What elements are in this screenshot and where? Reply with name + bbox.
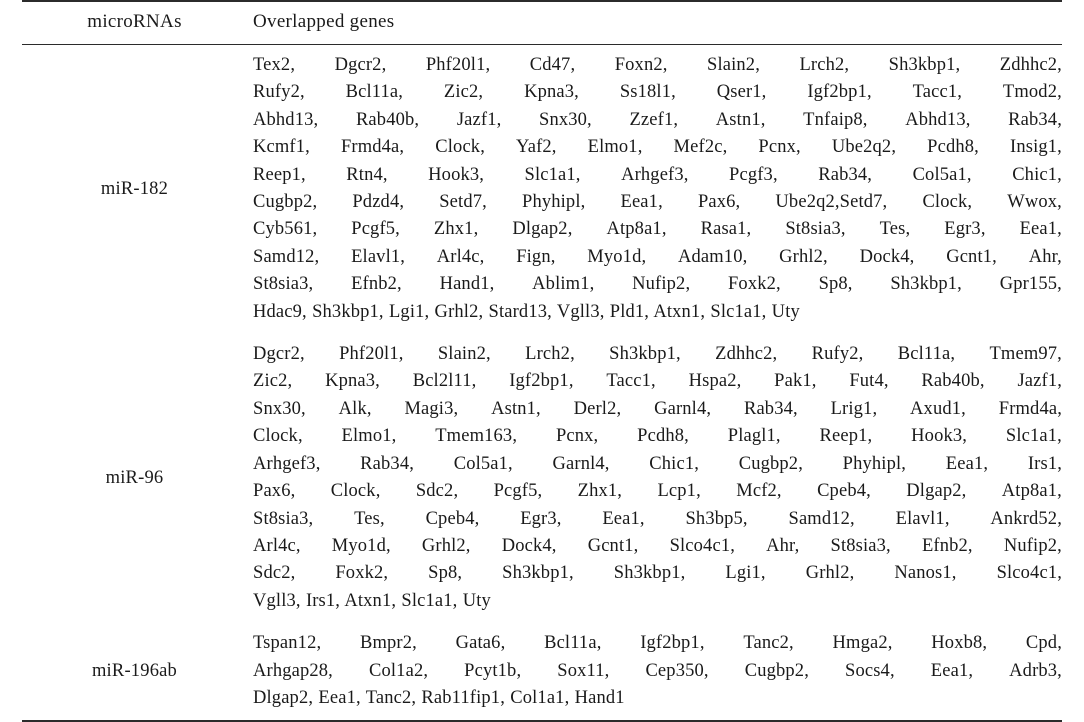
gene-line: Rufy2, Bcl11a, Zic2, Kpna3, Ss18l1, Qser1, Igf… — [253, 82, 1062, 103]
gene-line: Abhd13, Rab40b, Jazf1, Snx30, Zzef1, Astn1, Tn… — [253, 109, 1062, 130]
gene-overlap-table: microRNAs Overlapped genes miR-182 Tex2, D… — [22, 0, 1062, 720]
gene-line: Samd12, Elavl1, Arl4c, Fign, Myo1d, Adam10, Gr… — [253, 246, 1062, 267]
overlapped-genes-cell: Dgcr2, Phf20l1, Slain2, Lrch2, Sh3kbp1, Zdhhc… — [247, 334, 1062, 623]
gene-line: St8sia3, Efnb2, Hand1, Ablim1, Nufip2, Foxk2,… — [253, 274, 1062, 295]
gene-line: Reep1, Rtn4, Hook3, Slc1a1, Arhgef3, Pcgf3, Ra… — [253, 164, 1062, 185]
table-row: miR-96 Dgcr2, Phf20l1, Slain2, Lrch2, Sh3kbp1… — [22, 334, 1062, 623]
table-row: miR-182 Tex2, Dgcr2, Phf20l1, Cd47, Foxn2, Sla… — [22, 45, 1062, 335]
gene-line: Hdac9, Sh3kbp1, Lgi1, Grhl2, Stard13, Vg… — [253, 301, 800, 322]
table-body: miR-182 Tex2, Dgcr2, Phf20l1, Cd47, Foxn2, Sla… — [22, 45, 1062, 721]
gene-line: Vgll3, Irs1, Atxn1, Slc1a1, Uty — [253, 590, 491, 611]
gene-line: Dlgap2, Eea1, Tanc2, Rab11fip1, Col1a1, … — [253, 687, 625, 708]
mirna-name-cell: miR-182 — [100, 178, 169, 199]
gene-line: Tspan12, Bmpr2, Gata6, Bcl11a, Igf2bp1, Tanc2… — [253, 633, 1062, 654]
gene-line: St8sia3, Tes, Cpeb4, Egr3, Eea1, Sh3bp5, Samd1… — [253, 508, 1062, 529]
gene-line: Zic2, Kpna3, Bcl2l11, Igf2bp1, Tacc1, Hspa2, P… — [253, 371, 1062, 392]
header-row: microRNAs Overlapped genes — [22, 2, 1062, 44]
gene-line: Kcmf1, Frmd4a, Clock, Yaf2, Elmo1, Mef2c, Pcnx… — [253, 137, 1062, 158]
gene-overlap-table-figure: microRNAs Overlapped genes miR-182 Tex2, D… — [0, 0, 1084, 722]
overlapped-genes-cell: Tex2, Dgcr2, Phf20l1, Cd47, Foxn2, Slain2, Lrc… — [247, 45, 1062, 335]
gene-line: Arhgap28, Col1a2, Pcyt1b, Sox11, Cep350, Cugb… — [253, 660, 1062, 681]
gene-line: Snx30, Alk, Magi3, Astn1, Derl2, Garnl4, Rab34… — [253, 398, 1062, 419]
gene-line: Pax6, Clock, Sdc2, Pcgf5, Zhx1, Lcp1, Mcf2, Cpe… — [253, 481, 1062, 502]
table-row: miR-196ab Tspan12, Bmpr2, Gata6, Bcl11a, Igf2… — [22, 623, 1062, 720]
gene-line: Dgcr2, Phf20l1, Slain2, Lrch2, Sh3kbp1, Zdhhc… — [253, 344, 1062, 365]
gene-line: Clock, Elmo1, Tmem163, Pcnx, Pcdh8, Plagl1, Re… — [253, 426, 1062, 447]
mirna-name-cell: miR-196ab — [91, 661, 178, 682]
overlapped-genes-cell: Tspan12, Bmpr2, Gata6, Bcl11a, Igf2bp1, Tanc2… — [247, 623, 1062, 720]
gene-line: Sdc2, Foxk2, Sp8, Sh3kbp1, Sh3kbp1, Lgi1, Grhl… — [253, 563, 1062, 584]
gene-line: Arhgef3, Rab34, Col5a1, Garnl4, Chic1, Cugbp2… — [253, 453, 1062, 474]
gene-line: Tex2, Dgcr2, Phf20l1, Cd47, Foxn2, Slain2, Lrc… — [253, 55, 1062, 75]
column-header-microrna: microRNAs — [87, 11, 182, 32]
column-header-overlapped-genes: Overlapped genes — [253, 11, 395, 32]
gene-line: Cyb561, Pcgf5, Zhx1, Dlgap2, Atp8a1, Rasa1, St… — [253, 219, 1062, 240]
gene-line: Cugbp2, Pdzd4, Setd7, Phyhipl, Eea1, Pax6, Ube… — [253, 192, 1062, 213]
gene-line: Arl4c, Myo1d, Grhl2, Dock4, Gcnt1, Slco4c1, Ah… — [253, 535, 1062, 556]
mirna-name-cell: miR-96 — [105, 467, 164, 488]
table-header: microRNAs Overlapped genes — [22, 0, 1062, 45]
